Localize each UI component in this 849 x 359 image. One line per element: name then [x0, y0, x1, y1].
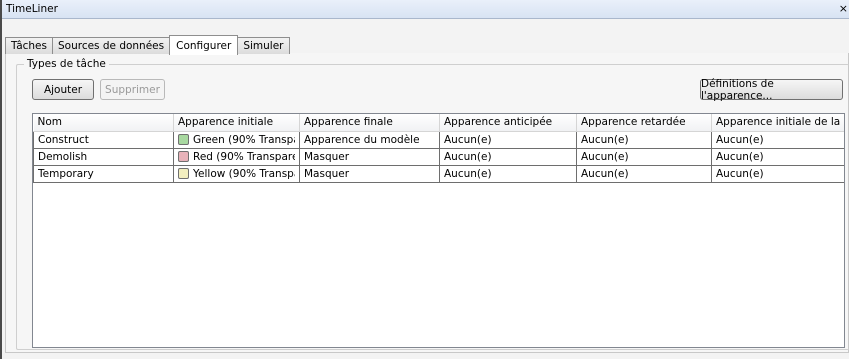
- column-header-start-appearance[interactable]: Apparence initiale: [173, 114, 300, 132]
- color-swatch-icon: [178, 167, 189, 179]
- column-header-end-appearance[interactable]: Apparence finale: [299, 114, 440, 132]
- cell-start-appearance[interactable]: Red (90% Transparent): [173, 148, 300, 166]
- task-types-grid[interactable]: Nom Apparence initiale Apparence finale …: [32, 113, 845, 348]
- tab-strip: Tâches Sources de données Configurer Sim…: [5, 35, 290, 55]
- add-button[interactable]: Ajouter: [32, 79, 94, 100]
- window-title: TimeLiner: [6, 3, 58, 15]
- header-row: Nom Apparence initiale Apparence finale …: [33, 114, 844, 132]
- cell-start-appearance[interactable]: Green (90% Transparent): [173, 130, 300, 149]
- delete-button[interactable]: Supprimer: [100, 79, 165, 100]
- cell-name[interactable]: Demolish: [33, 148, 174, 166]
- cell-end-appearance[interactable]: Masquer: [299, 165, 440, 183]
- cell-early-appearance[interactable]: Aucun(e): [439, 165, 577, 183]
- column-header-name[interactable]: Nom: [33, 114, 174, 132]
- cell-name[interactable]: Temporary: [33, 165, 174, 183]
- appearance-definitions-button[interactable]: Définitions de l'apparence...: [700, 78, 843, 102]
- cell-end-appearance[interactable]: Apparence du modèle: [299, 130, 440, 149]
- cell-name[interactable]: Construct: [33, 130, 174, 149]
- cell-simulation-start-appearance[interactable]: Aucun(e): [711, 130, 844, 149]
- cell-late-appearance[interactable]: Aucun(e): [576, 165, 712, 183]
- color-swatch-icon: [178, 133, 189, 145]
- start-appearance-label: Yellow (90% Transparent): [193, 167, 295, 180]
- cell-simulation-start-appearance[interactable]: Aucun(e): [711, 165, 844, 183]
- cell-end-appearance[interactable]: Masquer: [299, 148, 440, 166]
- timeliner-window: TimeLiner × Tâches Sources de données Co…: [0, 0, 849, 359]
- cell-early-appearance[interactable]: Aucun(e): [439, 130, 577, 149]
- close-icon[interactable]: ×: [839, 2, 848, 16]
- table-row[interactable]: Temporary Yellow (90% Transparent) Masqu…: [33, 165, 844, 183]
- tab-sources-de-donnees[interactable]: Sources de données: [51, 37, 171, 54]
- column-header-early-appearance[interactable]: Apparence anticipée: [439, 114, 577, 132]
- color-swatch-icon: [178, 150, 189, 162]
- tab-taches[interactable]: Tâches: [5, 37, 53, 54]
- title-bar: TimeLiner ×: [2, 0, 849, 19]
- column-header-late-appearance[interactable]: Apparence retardée: [576, 114, 712, 132]
- start-appearance-label: Red (90% Transparent): [193, 150, 295, 163]
- cell-early-appearance[interactable]: Aucun(e): [439, 148, 577, 166]
- cell-late-appearance[interactable]: Aucun(e): [576, 148, 712, 166]
- task-types-group-label: Types de tâche: [24, 58, 109, 70]
- column-header-simulation-start-appearance[interactable]: Apparence initiale de la sir: [711, 114, 844, 132]
- cell-late-appearance[interactable]: Aucun(e): [576, 130, 712, 149]
- table-row[interactable]: Construct Green (90% Transparent) Appare…: [33, 130, 844, 149]
- cell-simulation-start-appearance[interactable]: Aucun(e): [711, 148, 844, 166]
- cell-start-appearance[interactable]: Yellow (90% Transparent): [173, 165, 300, 183]
- tab-simuler[interactable]: Simuler: [237, 37, 290, 54]
- table-row[interactable]: Demolish Red (90% Transparent) Masquer A…: [33, 148, 844, 166]
- tab-configurer[interactable]: Configurer: [169, 35, 239, 55]
- start-appearance-label: Green (90% Transparent): [193, 133, 295, 146]
